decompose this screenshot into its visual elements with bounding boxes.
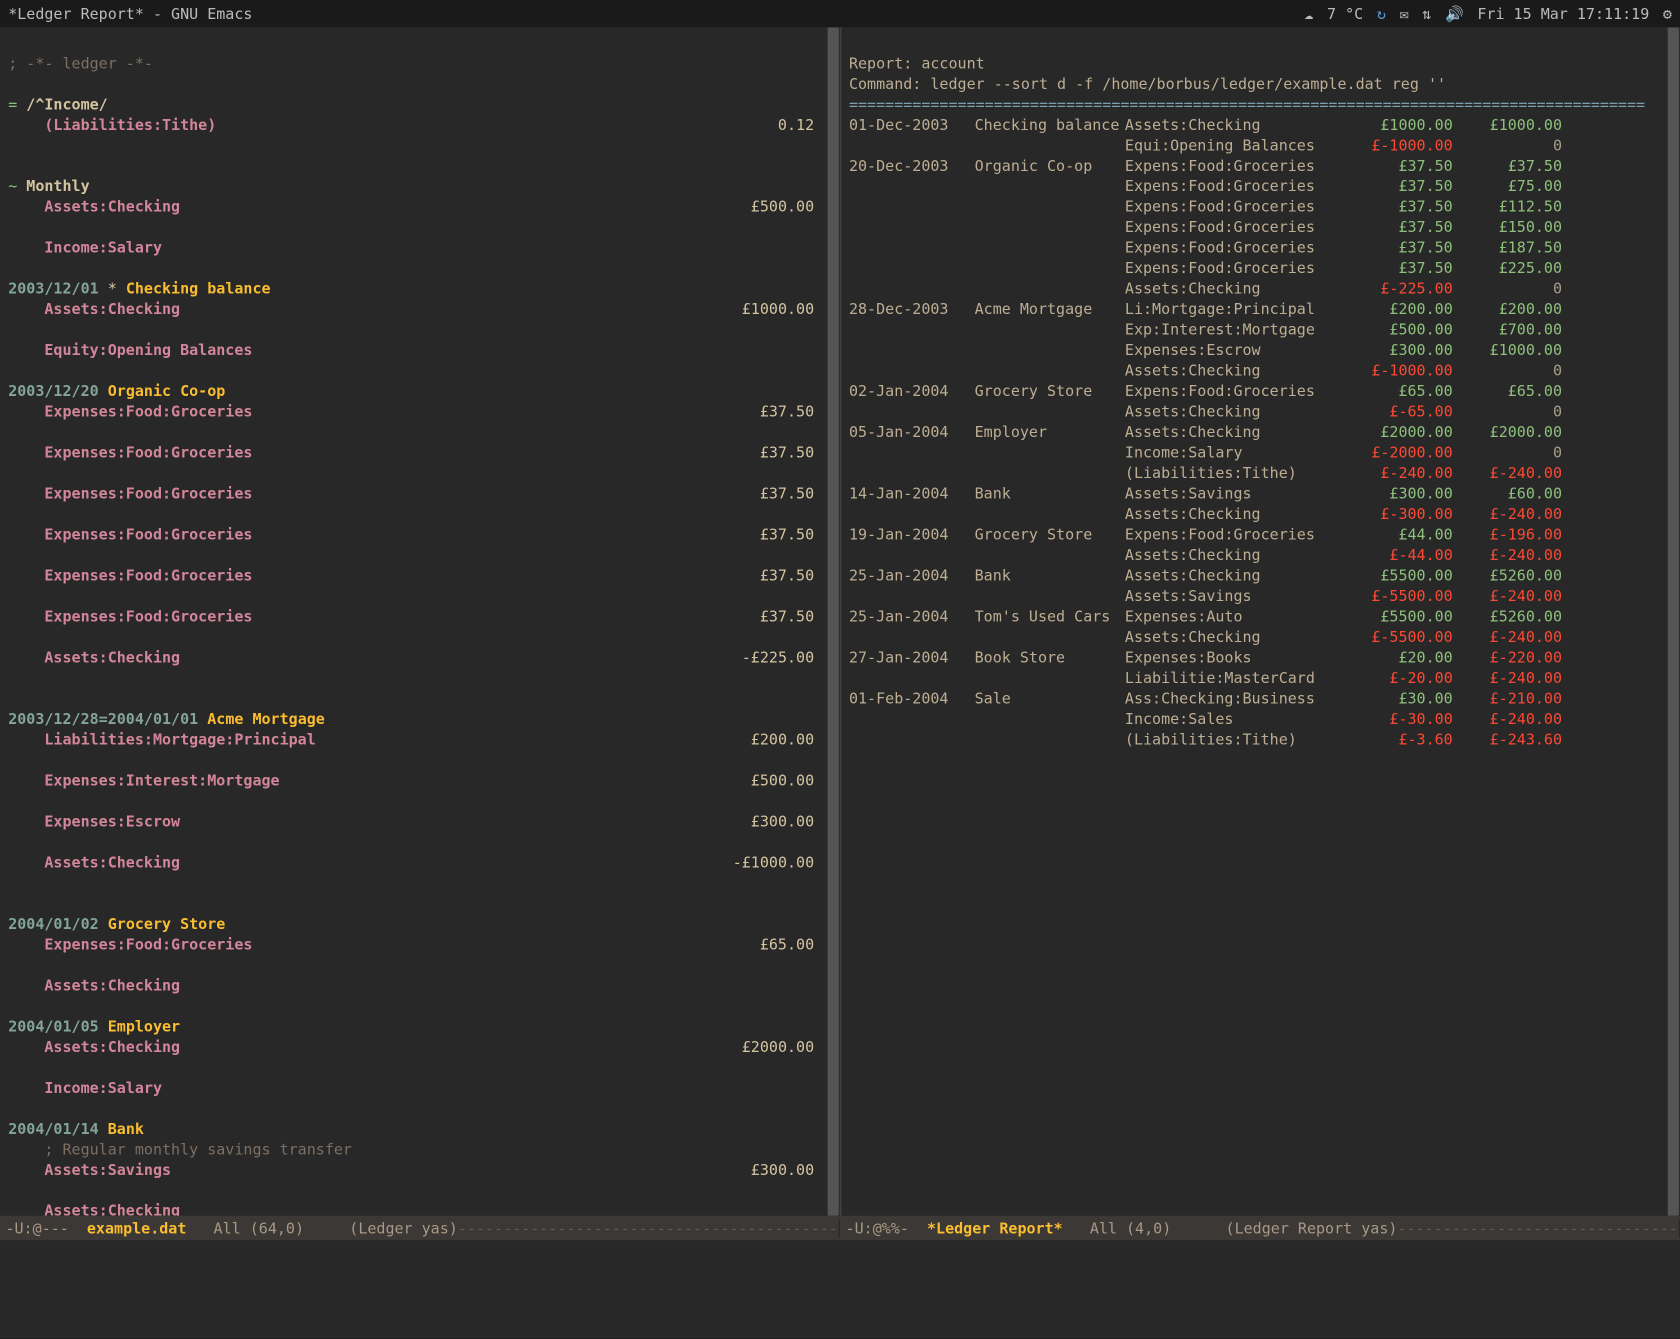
report-row: (Liabilities:Tithe)£-240.00£-240.00 xyxy=(849,463,1672,483)
report-row: 27-Jan-2004Book StoreExpenses:Books£20.0… xyxy=(849,647,1672,667)
modeline-comment: ; -*- ledger -*- xyxy=(8,55,153,73)
report-row: Income:Sales£-30.00£-240.00 xyxy=(849,709,1672,729)
system-tray: ☁ 7 °C ↻ ✉ ⇅ 🔊 Fri 15 Mar 17:11:19 ⚙ xyxy=(1304,5,1672,23)
report-row: Exp:Interest:Mortgage£500.00£700.00 xyxy=(849,320,1672,340)
report-row: Expens:Food:Groceries£37.50£225.00 xyxy=(849,258,1672,278)
report-row: 01-Feb-2004SaleAss:Checking:Business£30.… xyxy=(849,688,1672,708)
report-row: Assets:Checking£-44.00£-240.00 xyxy=(849,545,1672,565)
network-icon[interactable]: ⇅ xyxy=(1422,5,1431,23)
weather-temp: 7 °C xyxy=(1327,5,1363,23)
report-row: Expenses:Escrow£300.00£1000.00 xyxy=(849,340,1672,360)
weather-icon: ☁ xyxy=(1304,5,1313,23)
mail-icon[interactable]: ✉ xyxy=(1400,5,1409,23)
scrollbar[interactable] xyxy=(826,27,840,1215)
report-command: Command: ledger --sort d -f /home/borbus… xyxy=(849,75,1446,93)
report-row: Equi:Opening Balances£-1000.000 xyxy=(849,135,1672,155)
volume-icon[interactable]: 🔊 xyxy=(1445,5,1464,23)
modeline-left[interactable]: -U:@--- example.dat All (64,0) (Ledger y… xyxy=(0,1219,840,1237)
refresh-icon[interactable]: ↻ xyxy=(1377,5,1386,23)
report-row: Assets:Checking£-300.00£-240.00 xyxy=(849,504,1672,524)
clock: Fri 15 Mar 17:11:19 xyxy=(1477,5,1649,23)
rule-line: ========================================… xyxy=(849,96,1645,114)
top-panel: *Ledger Report* - GNU Emacs ☁ 7 °C ↻ ✉ ⇅… xyxy=(0,0,1680,27)
settings-icon[interactable]: ⚙ xyxy=(1663,5,1672,23)
scrollbar[interactable] xyxy=(1667,27,1680,1215)
modeline-row: -U:@--- example.dat All (64,0) (Ledger y… xyxy=(0,1216,1680,1241)
report-row: Expens:Food:Groceries£37.50£150.00 xyxy=(849,217,1672,237)
report-row: Assets:Checking£-65.000 xyxy=(849,402,1672,422)
report-row: 01-Dec-2003Checking balanceAssets:Checki… xyxy=(849,115,1672,135)
report-header: Report: account xyxy=(849,55,985,73)
report-row: 20-Dec-2003Organic Co-opExpens:Food:Groc… xyxy=(849,156,1672,176)
report-body: 01-Dec-2003Checking balanceAssets:Checki… xyxy=(849,115,1672,750)
report-row: Expens:Food:Groceries£37.50£112.50 xyxy=(849,197,1672,217)
report-row: 19-Jan-2004Grocery StoreExpens:Food:Groc… xyxy=(849,525,1672,545)
report-row: Expens:Food:Groceries£37.50£187.50 xyxy=(849,238,1672,258)
report-row: 14-Jan-2004BankAssets:Savings£300.00£60.… xyxy=(849,484,1672,504)
report-row: 02-Jan-2004Grocery StoreExpens:Food:Groc… xyxy=(849,381,1672,401)
report-row: Assets:Checking£-5500.00£-240.00 xyxy=(849,627,1672,647)
window-title: *Ledger Report* - GNU Emacs xyxy=(8,5,252,23)
report-row: Assets:Savings£-5500.00£-240.00 xyxy=(849,586,1672,606)
modeline-right[interactable]: -U:@%%- *Ledger Report* All (4,0) (Ledge… xyxy=(840,1219,1680,1237)
report-row: (Liabilities:Tithe)£-3.60£-243.60 xyxy=(849,729,1672,749)
report-row: 05-Jan-2004EmployerAssets:Checking£2000.… xyxy=(849,422,1672,442)
report-row: 25-Jan-2004Tom's Used CarsExpenses:Auto£… xyxy=(849,607,1672,627)
report-row: 28-Dec-2003Acme MortgageLi:Mortgage:Prin… xyxy=(849,299,1672,319)
minibuffer[interactable] xyxy=(0,1240,1680,1338)
report-row: 25-Jan-2004BankAssets:Checking£5500.00£5… xyxy=(849,566,1672,586)
ledger-report-buffer[interactable]: Report: account Command: ledger --sort d… xyxy=(841,27,1680,1215)
report-row: Income:Salary£-2000.000 xyxy=(849,443,1672,463)
report-row: Liabilitie:MasterCard£-20.00£-240.00 xyxy=(849,668,1672,688)
report-row: Expens:Food:Groceries£37.50£75.00 xyxy=(849,176,1672,196)
report-row: Assets:Checking£-1000.000 xyxy=(849,361,1672,381)
report-row: Assets:Checking£-225.000 xyxy=(849,279,1672,299)
ledger-source-buffer[interactable]: ; -*- ledger -*- = /^Income/ (Liabilitie… xyxy=(0,27,841,1215)
